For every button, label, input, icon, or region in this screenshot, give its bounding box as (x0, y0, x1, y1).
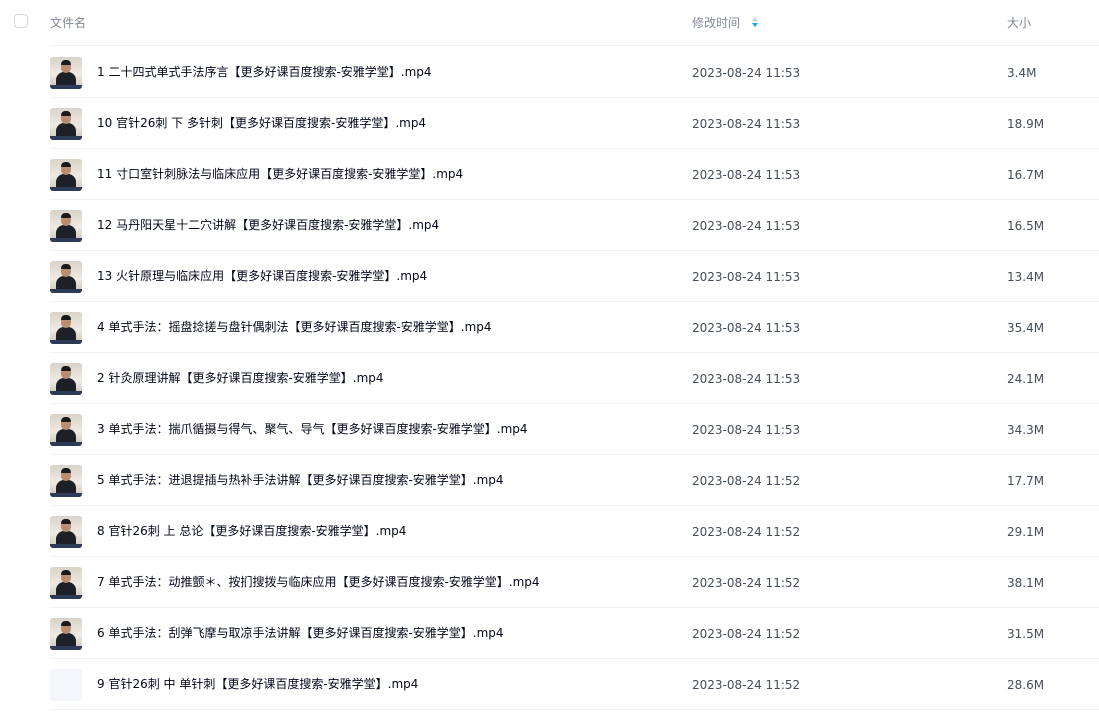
file-size: 13.4M (1007, 270, 1045, 284)
file-row[interactable]: 2 针灸原理讲解【更多好课百度搜索-安雅学堂】.mp4 2023-08-24 11… (0, 353, 1099, 404)
modified-time: 2023-08-24 11:53 (692, 117, 801, 131)
modified-time: 2023-08-24 11:52 (692, 525, 801, 539)
video-thumbnail[interactable] (50, 210, 82, 242)
modified-time: 2023-08-24 11:53 (692, 219, 801, 233)
modified-time: 2023-08-24 11:53 (692, 321, 801, 335)
video-thumbnail[interactable] (50, 261, 82, 293)
file-size: 3.4M (1007, 66, 1037, 80)
file-name[interactable]: 7 单式手法：动推颤＊、按扪搜拨与临床应用【更多好课百度搜索-安雅学堂】.mp4 (97, 574, 540, 590)
modified-time: 2023-08-24 11:53 (692, 270, 801, 284)
video-thumbnail[interactable] (50, 465, 82, 497)
file-row[interactable]: 4 单式手法：摇盘捻搓与盘针偶刺法【更多好课百度搜索-安雅学堂】.mp4 2023… (0, 302, 1099, 353)
file-row[interactable]: 9 官针26刺 中 单针刺【更多好课百度搜索-安雅学堂】.mp4 2023-08-… (0, 659, 1099, 710)
file-size: 16.5M (1007, 219, 1045, 233)
file-row[interactable]: 5 单式手法：进退提插与热补手法讲解【更多好课百度搜索-安雅学堂】.mp4 202… (0, 455, 1099, 506)
file-name[interactable]: 6 单式手法：刮弹飞摩与取凉手法讲解【更多好课百度搜索-安雅学堂】.mp4 (97, 625, 504, 641)
video-thumbnail[interactable] (50, 618, 82, 650)
file-row[interactable]: 13 火针原理与临床应用【更多好课百度搜索-安雅学堂】.mp4 2023-08-2… (0, 251, 1099, 302)
video-thumbnail[interactable] (50, 312, 82, 344)
blank-thumbnail[interactable] (50, 669, 82, 701)
column-header-size[interactable]: 大小 (1007, 15, 1031, 31)
file-name[interactable]: 2 针灸原理讲解【更多好课百度搜索-安雅学堂】.mp4 (97, 370, 384, 386)
modified-time: 2023-08-24 11:53 (692, 423, 801, 437)
file-row[interactable]: 6 单式手法：刮弹飞摩与取凉手法讲解【更多好课百度搜索-安雅学堂】.mp4 202… (0, 608, 1099, 659)
file-name[interactable]: 11 寸口室针刺脉法与临床应用【更多好课百度搜索-安雅学堂】.mp4 (97, 166, 463, 182)
video-thumbnail[interactable] (50, 108, 82, 140)
file-size: 35.4M (1007, 321, 1045, 335)
column-header-name[interactable]: 文件名 (50, 15, 86, 31)
file-row[interactable]: 8 官针26刺 上 总论【更多好课百度搜索-安雅学堂】.mp4 2023-08-2… (0, 506, 1099, 557)
file-size: 16.7M (1007, 168, 1045, 182)
file-row[interactable]: 3 单式手法：揣爪循摄与得气、聚气、导气【更多好课百度搜索-安雅学堂】.mp4 2… (0, 404, 1099, 455)
file-name[interactable]: 4 单式手法：摇盘捻搓与盘针偶刺法【更多好课百度搜索-安雅学堂】.mp4 (97, 319, 492, 335)
video-thumbnail[interactable] (50, 57, 82, 89)
video-thumbnail[interactable] (50, 159, 82, 191)
file-list: 文件名 修改时间 大小 1 二十四式单式手法序言【更多好课百度搜索-安雅学堂】.… (0, 0, 1099, 721)
header-divider (50, 45, 1099, 46)
file-name[interactable]: 9 官针26刺 中 单针刺【更多好课百度搜索-安雅学堂】.mp4 (97, 676, 418, 692)
file-row[interactable]: 12 马丹阳天星十二穴讲解【更多好课百度搜索-安雅学堂】.mp4 2023-08-… (0, 200, 1099, 251)
file-row[interactable]: 1 二十四式单式手法序言【更多好课百度搜索-安雅学堂】.mp4 2023-08-2… (0, 47, 1099, 98)
video-thumbnail[interactable] (50, 363, 82, 395)
file-row[interactable]: 10 官针26刺 下 多针刺【更多好课百度搜索-安雅学堂】.mp4 2023-08… (0, 98, 1099, 149)
file-name[interactable]: 1 二十四式单式手法序言【更多好课百度搜索-安雅学堂】.mp4 (97, 64, 432, 80)
modified-time: 2023-08-24 11:52 (692, 678, 801, 692)
file-name[interactable]: 3 单式手法：揣爪循摄与得气、聚气、导气【更多好课百度搜索-安雅学堂】.mp4 (97, 421, 528, 437)
file-name[interactable]: 10 官针26刺 下 多针刺【更多好课百度搜索-安雅学堂】.mp4 (97, 115, 426, 131)
row-divider (50, 709, 1099, 710)
file-name[interactable]: 13 火针原理与临床应用【更多好课百度搜索-安雅学堂】.mp4 (97, 268, 427, 284)
file-size: 17.7M (1007, 474, 1045, 488)
video-thumbnail[interactable] (50, 567, 82, 599)
video-thumbnail[interactable] (50, 414, 82, 446)
file-size: 28.6M (1007, 678, 1045, 692)
file-name[interactable]: 8 官针26刺 上 总论【更多好课百度搜索-安雅学堂】.mp4 (97, 523, 406, 539)
file-size: 34.3M (1007, 423, 1045, 437)
modified-time: 2023-08-24 11:53 (692, 372, 801, 386)
file-size: 31.5M (1007, 627, 1045, 641)
file-row[interactable]: 7 单式手法：动推颤＊、按扪搜拨与临床应用【更多好课百度搜索-安雅学堂】.mp4… (0, 557, 1099, 608)
modified-time: 2023-08-24 11:52 (692, 474, 801, 488)
video-thumbnail[interactable] (50, 516, 82, 548)
modified-time: 2023-08-24 11:53 (692, 66, 801, 80)
file-row[interactable]: 11 寸口室针刺脉法与临床应用【更多好课百度搜索-安雅学堂】.mp4 2023-0… (0, 149, 1099, 200)
modified-time: 2023-08-24 11:53 (692, 168, 801, 182)
file-size: 29.1M (1007, 525, 1045, 539)
file-name[interactable]: 5 单式手法：进退提插与热补手法讲解【更多好课百度搜索-安雅学堂】.mp4 (97, 472, 504, 488)
file-size: 38.1M (1007, 576, 1045, 590)
file-size: 24.1M (1007, 372, 1045, 386)
select-all-checkbox[interactable] (14, 14, 28, 28)
file-rows: 1 二十四式单式手法序言【更多好课百度搜索-安雅学堂】.mp4 2023-08-2… (0, 47, 1099, 710)
column-header-time[interactable]: 修改时间 (692, 15, 740, 31)
file-name[interactable]: 12 马丹阳天星十二穴讲解【更多好课百度搜索-安雅学堂】.mp4 (97, 217, 439, 233)
list-header: 文件名 修改时间 大小 (0, 0, 1099, 46)
file-size: 18.9M (1007, 117, 1045, 131)
modified-time: 2023-08-24 11:52 (692, 627, 801, 641)
sort-arrows-icon[interactable] (750, 16, 760, 28)
modified-time: 2023-08-24 11:52 (692, 576, 801, 590)
